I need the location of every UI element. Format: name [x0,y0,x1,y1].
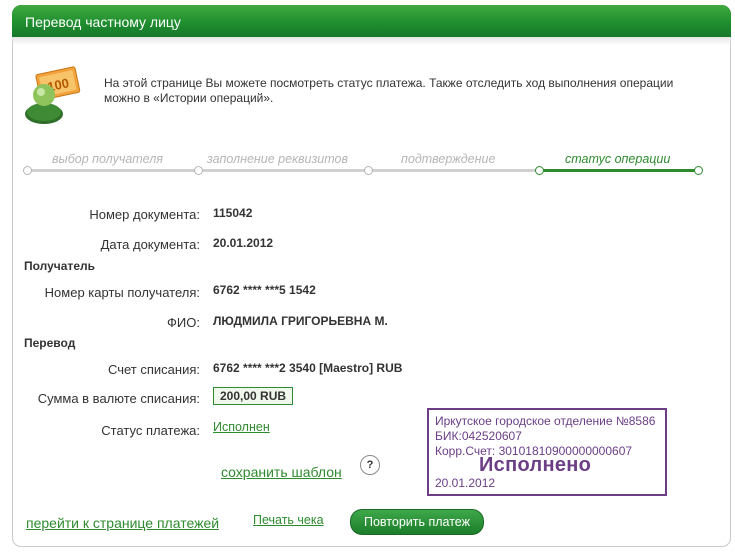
recipient-name-value: ЛЮДМИЛА ГРИГОРЬЕВНА М. [213,314,388,328]
page-title: Перевод частному лицу [25,14,181,30]
step-dot-3 [364,166,373,175]
debit-account-label: Счет списания: [107,362,200,377]
recipient-card-value: 6762 **** ***5 1542 [213,283,316,297]
step-label-operation-status: статус операции [565,152,671,166]
step-dot-1 [23,166,32,175]
progress-steps: выбор получателя заполнение реквизитов п… [23,150,708,180]
help-icon[interactable]: ? [360,455,380,475]
document-number-value: 115042 [213,206,253,220]
stamp-bik: БИК:042520607 [435,429,522,443]
info-line-2: можно в «Истории операций». [104,91,274,105]
repeat-payment-button[interactable]: Повторить платеж [350,509,484,535]
amount-label: Сумма в валюте списания: [37,391,200,406]
progress-line-done [27,169,539,172]
document-date-label: Дата документа: [100,237,200,252]
debit-account-value: 6762 **** ***2 3540 [Maestro] RUB [213,361,403,375]
stamp-branch: Иркутское городское отделение №8586 [435,414,656,428]
step-dot-2 [194,166,203,175]
info-message: На этой странице Вы можете посмотреть ст… [104,76,714,106]
transfer-section-title: Перевод [24,336,76,350]
document-number-label: Номер документа: [89,207,200,222]
progress-line-active [539,169,699,172]
transfer-person-icon: 100 [22,62,82,124]
step-label-fill-details: заполнение реквизитов [207,152,348,166]
stamp-executed: Исполнено [479,454,592,476]
stamp-date: 20.01.2012 [435,476,496,490]
step-label-select-recipient: выбор получателя [52,152,163,166]
bank-stamp: Иркутское городское отделение №8586 БИК:… [427,408,667,496]
save-template-link[interactable]: сохранить шаблон [221,464,342,480]
header-shadow [12,37,731,45]
payment-status-link[interactable]: Исполнен [213,420,270,434]
amount-value: 200,00 RUB [213,387,293,405]
info-line-1: На этой странице Вы можете посмотреть ст… [104,76,674,90]
recipient-section-title: Получатель [24,259,95,273]
step-dot-4 [535,166,544,175]
step-label-confirmation: подтверждение [401,152,496,166]
panel-header: Перевод частному лицу [12,5,731,37]
step-dot-end [694,166,703,175]
document-date-value: 20.01.2012 [213,236,274,250]
payment-status-label: Статус платежа: [101,423,200,438]
print-receipt-link[interactable]: Печать чека [253,513,324,527]
recipient-card-label: Номер карты получателя: [44,285,200,300]
recipient-name-label: ФИО: [167,315,200,330]
go-to-payments-link[interactable]: перейти к странице платежей [26,515,219,531]
